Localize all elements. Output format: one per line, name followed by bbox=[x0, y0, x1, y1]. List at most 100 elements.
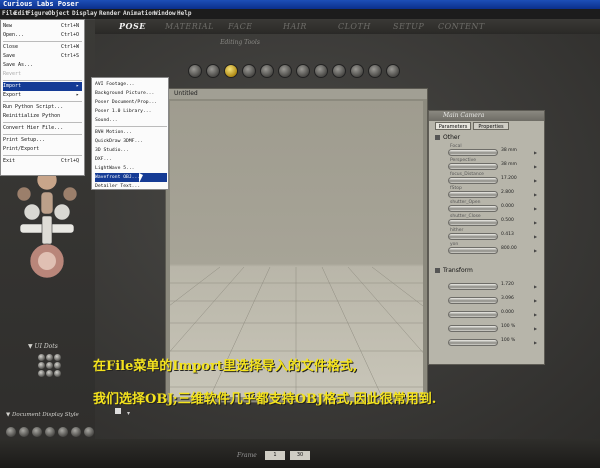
param-row[interactable]: 3.096 ▶ bbox=[438, 293, 537, 305]
import-poser-1-library[interactable]: Poser 1.0 Library... bbox=[95, 107, 167, 116]
param-dial[interactable] bbox=[448, 283, 498, 290]
display-style-button[interactable] bbox=[84, 427, 94, 437]
menu-item-exit[interactable]: Exit Ctrl+Q bbox=[3, 157, 82, 166]
menu-help[interactable]: Help bbox=[177, 9, 191, 19]
scale-tool-icon[interactable] bbox=[260, 64, 274, 78]
ui-dot[interactable] bbox=[54, 354, 61, 361]
import-bvh-motion[interactable]: BVH Motion... bbox=[95, 128, 167, 137]
view-magnifier-icon[interactable] bbox=[350, 64, 364, 78]
direct-manipulation-icon[interactable] bbox=[386, 64, 400, 78]
menu-display[interactable]: Display bbox=[72, 9, 97, 19]
tab-face[interactable]: FACE bbox=[228, 19, 253, 34]
ui-dot[interactable] bbox=[46, 370, 53, 377]
param-row[interactable]: 100 % ▶ bbox=[438, 335, 537, 347]
menu-item-import[interactable]: Import ▸ bbox=[3, 82, 82, 91]
menu-item-print[interactable]: Print/Export bbox=[3, 145, 82, 154]
menu-item-print-setup[interactable]: Print Setup... bbox=[3, 136, 82, 145]
param-row[interactable]: Perspective 38 mm ▶ bbox=[438, 158, 537, 171]
section-transform[interactable]: Transform bbox=[435, 267, 473, 275]
total-frames-field[interactable]: 30 bbox=[290, 451, 310, 460]
morphing-tool-icon[interactable] bbox=[368, 64, 382, 78]
menu-figure[interactable]: Figure bbox=[27, 9, 49, 19]
param-row[interactable]: hither 0.413 ▶ bbox=[438, 228, 537, 241]
param-dial[interactable] bbox=[448, 325, 498, 332]
display-style-button[interactable] bbox=[6, 427, 16, 437]
ui-dot[interactable] bbox=[38, 362, 45, 369]
current-frame-field[interactable]: 1 bbox=[265, 451, 285, 460]
menu-item-open[interactable]: Open... Ctrl+O bbox=[3, 31, 82, 40]
import-detailer-text[interactable]: Detailer Text... bbox=[95, 182, 167, 190]
import-quickdraw-3dmf[interactable]: QuickDraw 3DMF... bbox=[95, 137, 167, 146]
menu-item-close[interactable]: Close Ctrl+W bbox=[3, 43, 82, 52]
param-row[interactable]: focus_Distance 17.200 ▶ bbox=[438, 172, 537, 185]
param-row[interactable]: yon 800.00 ▶ bbox=[438, 242, 537, 255]
scene-viewport[interactable] bbox=[170, 101, 423, 397]
param-row[interactable]: shutter_Close 0.500 ▶ bbox=[438, 214, 537, 227]
param-row[interactable]: 100 % ▶ bbox=[438, 321, 537, 333]
grouping-tool-icon[interactable] bbox=[332, 64, 346, 78]
param-row[interactable]: fStop 2.800 ▶ bbox=[438, 186, 537, 199]
translate-tool-icon[interactable] bbox=[224, 64, 238, 78]
taper-tool-icon[interactable] bbox=[278, 64, 292, 78]
display-style-button[interactable] bbox=[32, 427, 42, 437]
tab-pose[interactable]: POSE bbox=[119, 19, 146, 34]
menu-animation[interactable]: Animation bbox=[123, 9, 156, 19]
menu-window[interactable]: Window bbox=[154, 9, 176, 19]
import-dxf[interactable]: DXF... bbox=[95, 155, 167, 164]
doc-control-icon[interactable] bbox=[115, 408, 121, 414]
param-row[interactable]: Focal 38 mm ▶ bbox=[438, 144, 537, 157]
tab-material[interactable]: MATERIAL bbox=[165, 19, 214, 34]
import-avi-footage[interactable]: AVI Footage... bbox=[95, 80, 167, 89]
menu-item-new[interactable]: New Ctrl+N bbox=[3, 22, 82, 31]
menu-item-run-python-script[interactable]: Run Python Script... bbox=[3, 103, 82, 112]
ui-dot[interactable] bbox=[54, 370, 61, 377]
tab-parameters[interactable]: Parameters bbox=[435, 122, 471, 130]
display-style-button[interactable] bbox=[58, 427, 68, 437]
section-other[interactable]: Other bbox=[435, 134, 460, 142]
twist-tool-icon[interactable] bbox=[206, 64, 220, 78]
rotate-tool-icon[interactable] bbox=[188, 64, 202, 78]
import-lightwave[interactable]: LightWave 5... bbox=[95, 164, 167, 173]
menu-item-export[interactable]: Export ▸ bbox=[3, 91, 82, 100]
menu-item-convert-hier-file[interactable]: Convert Hier File... bbox=[3, 124, 82, 133]
menu-item-save[interactable]: Save Ctrl+S bbox=[3, 52, 82, 61]
import-background-picture[interactable]: Background Picture... bbox=[95, 89, 167, 98]
tab-cloth[interactable]: CLOTH bbox=[338, 19, 371, 34]
display-style-button[interactable] bbox=[45, 427, 55, 437]
import-3d-studio[interactable]: 3D Studio... bbox=[95, 146, 167, 155]
param-dial[interactable] bbox=[448, 297, 498, 304]
param-row[interactable]: 0.000 ▶ bbox=[438, 307, 537, 319]
doc-dropdown-icon[interactable]: ▾ bbox=[127, 410, 130, 417]
color-tool-icon[interactable] bbox=[314, 64, 328, 78]
param-dial[interactable] bbox=[448, 233, 498, 240]
param-dial[interactable] bbox=[448, 339, 498, 346]
param-dial[interactable] bbox=[448, 163, 498, 170]
tab-properties[interactable]: Properties bbox=[473, 122, 509, 130]
display-style-button[interactable] bbox=[71, 427, 81, 437]
import-wavefront-obj[interactable]: Wavefront OBJ... bbox=[95, 173, 167, 182]
param-row[interactable]: shutter_Open 0.000 ▶ bbox=[438, 200, 537, 213]
param-dial[interactable] bbox=[448, 205, 498, 212]
menu-render[interactable]: Render bbox=[99, 9, 121, 19]
param-dial[interactable] bbox=[448, 247, 498, 254]
param-dial[interactable] bbox=[448, 177, 498, 184]
param-dial[interactable] bbox=[448, 219, 498, 226]
chain-break-tool-icon[interactable] bbox=[296, 64, 310, 78]
param-dial[interactable] bbox=[448, 311, 498, 318]
param-dial[interactable] bbox=[448, 149, 498, 156]
translate-in-out-tool-icon[interactable] bbox=[242, 64, 256, 78]
tab-content[interactable]: CONTENT bbox=[438, 19, 485, 34]
ui-dot[interactable] bbox=[38, 354, 45, 361]
param-dial[interactable] bbox=[448, 191, 498, 198]
menu-item-save-as[interactable]: Save As... bbox=[3, 61, 82, 70]
menu-item-reinitialize-python[interactable]: Reinitialize Python bbox=[3, 112, 82, 121]
tab-hair[interactable]: HAIR bbox=[283, 19, 307, 34]
display-style-button[interactable] bbox=[19, 427, 29, 437]
import-sound[interactable]: Sound... bbox=[95, 116, 167, 125]
tab-setup[interactable]: SETUP bbox=[393, 19, 424, 34]
figure-gizmo-icon[interactable] bbox=[12, 166, 82, 281]
ui-dot[interactable] bbox=[38, 370, 45, 377]
ui-dot[interactable] bbox=[54, 362, 61, 369]
menu-object[interactable]: Object bbox=[48, 9, 70, 19]
ui-dot[interactable] bbox=[46, 362, 53, 369]
